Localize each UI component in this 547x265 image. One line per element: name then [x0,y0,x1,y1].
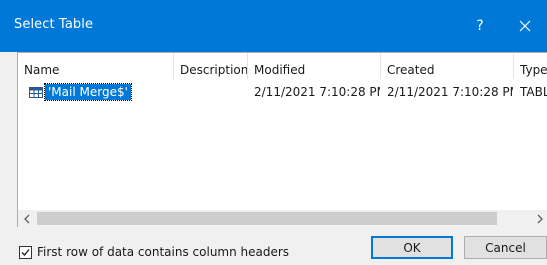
first-row-headers-label[interactable]: First row of data contains column header… [37,245,289,259]
column-header-modified[interactable]: Modified [248,53,381,79]
row-type-cell: TABL [520,85,547,99]
column-header-type[interactable]: Type [514,53,547,79]
chevron-left-icon [23,214,29,223]
scroll-right-button[interactable] [531,210,547,227]
help-button[interactable]: ? [458,10,502,42]
cancel-button[interactable]: Cancel [464,236,547,259]
first-row-headers-option[interactable]: First row of data contains column header… [19,243,289,261]
table-row[interactable]: 'Mail Merge$' 2/11/2021 7:10:28 PM 2/11/… [18,83,547,101]
table-icon [29,86,43,98]
checkmark-icon [21,248,30,256]
title-bar: Select Table ? [0,0,547,52]
close-button[interactable] [503,10,547,42]
column-header-created[interactable]: Created [381,53,514,79]
horizontal-scrollbar[interactable] [18,210,547,227]
first-row-headers-checkbox[interactable] [19,245,32,259]
column-header-row: Name Description Modified Created Type [18,53,547,79]
ok-button[interactable]: OK [371,236,453,259]
row-description-cell [180,83,246,101]
dialog-title: Select Table [14,17,94,32]
chevron-right-icon [537,214,543,223]
select-table-dialog: Select Table ? Name Description Modified… [0,0,547,265]
scroll-left-button[interactable] [18,210,35,227]
row-modified-cell: 2/11/2021 7:10:28 PM [254,85,380,99]
table-list[interactable]: Name Description Modified Created Type '… [17,52,547,227]
row-name-text: 'Mail Merge$' [44,83,132,101]
column-header-name[interactable]: Name [18,53,174,79]
row-name-cell[interactable]: 'Mail Merge$' [29,83,169,101]
column-header-description[interactable]: Description [174,53,248,79]
close-icon [519,20,531,32]
scrollbar-thumb[interactable] [37,212,497,225]
row-created-cell: 2/11/2021 7:10:28 PM [387,85,513,99]
